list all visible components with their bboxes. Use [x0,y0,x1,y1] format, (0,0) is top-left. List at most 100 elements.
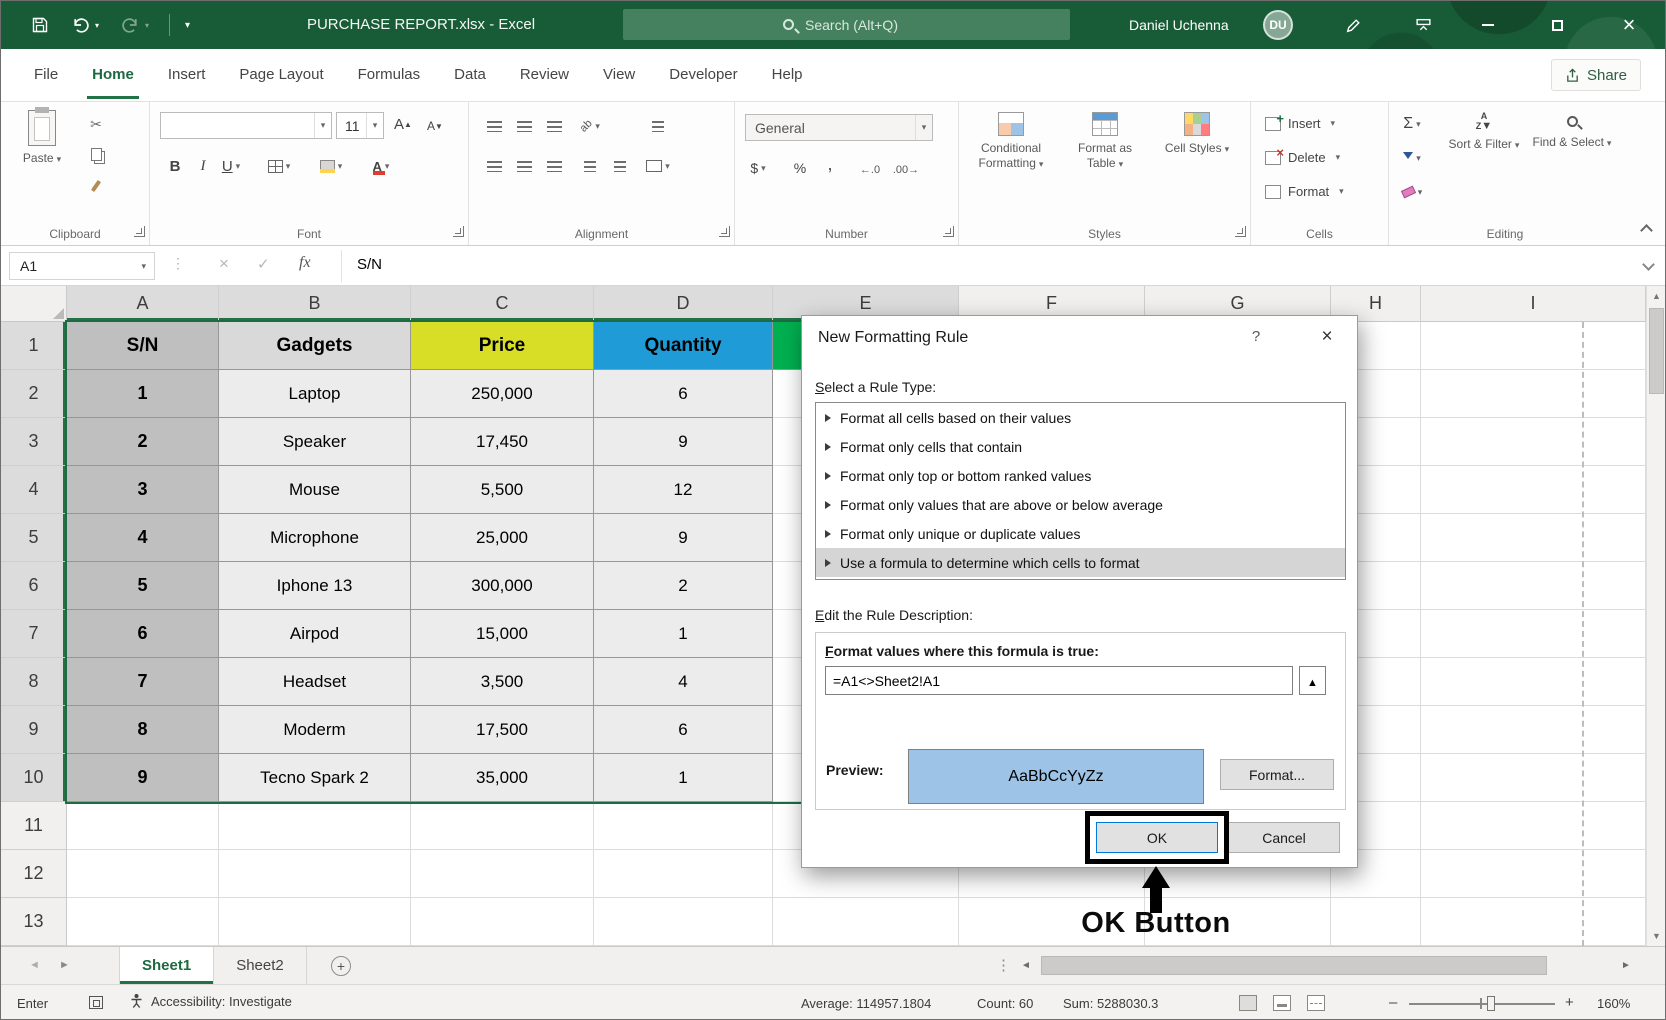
bottom-align-icon[interactable] [541,114,567,138]
cut-button[interactable] [83,112,109,136]
ribbon-display-options-button[interactable] [1415,11,1432,39]
cell-C10[interactable]: 35,000 [411,754,594,802]
format-painter-button[interactable] [83,174,109,198]
cell-D7[interactable]: 1 [594,610,773,658]
align-right-icon[interactable] [541,154,567,178]
cell-A9[interactable]: 8 [67,706,219,754]
tab-file[interactable]: File [17,49,75,102]
currency-button[interactable]: $ [745,156,771,180]
cell-A4[interactable]: 3 [67,466,219,514]
underline-button[interactable] [218,154,244,178]
cell-C6[interactable]: 300,000 [411,562,594,610]
macro-record-icon[interactable] [89,996,103,1009]
fill-color-button[interactable] [318,154,344,178]
cell-C1[interactable]: Price [411,322,594,370]
font-size-combo[interactable]: 11▾ [336,112,384,139]
cell-D8[interactable]: 4 [594,658,773,706]
sheet-tab-sheet2[interactable]: Sheet2 [214,947,307,984]
undo-button[interactable] [71,11,90,39]
cell-styles-button[interactable]: Cell Styles [1155,112,1239,156]
cell-C13[interactable] [411,898,594,946]
row-header-7[interactable]: 7 [1,610,67,658]
row-header-9[interactable]: 9 [1,706,67,754]
sheet-nav-prev-icon[interactable]: ◄ [29,959,40,971]
align-left-icon[interactable] [481,154,507,178]
styles-dialog-launcher[interactable] [1235,226,1246,237]
cell-C7[interactable]: 15,000 [411,610,594,658]
orientation-button[interactable]: ab [577,114,603,138]
merge-center-button[interactable] [645,154,671,178]
cell-B11[interactable] [219,802,411,850]
tab-insert[interactable]: Insert [151,49,223,102]
cell-I9[interactable] [1421,706,1646,754]
maximize-button[interactable] [1525,1,1589,49]
cell-B3[interactable]: Speaker [219,418,411,466]
cell-D13[interactable] [594,898,773,946]
rule-type-option-6[interactable]: Use a formula to determine which cells t… [816,548,1345,577]
row-header-1[interactable]: 1 [1,322,67,370]
cell-B10[interactable]: Tecno Spark 2 [219,754,411,802]
cell-C8[interactable]: 3,500 [411,658,594,706]
paste-button[interactable]: Paste [13,110,71,166]
row-header-2[interactable]: 2 [1,370,67,418]
clear-button[interactable] [1399,180,1425,204]
enter-entry-icon[interactable]: ✓ [257,255,270,273]
cell-C4[interactable]: 5,500 [411,466,594,514]
row-header-4[interactable]: 4 [1,466,67,514]
scroll-up-icon[interactable]: ▲ [1647,291,1666,301]
cell-I5[interactable] [1421,514,1646,562]
cell-D11[interactable] [594,802,773,850]
tab-developer[interactable]: Developer [652,49,754,102]
collapse-dialog-button[interactable] [1299,666,1326,695]
zoom-in-button[interactable]: + [1565,994,1574,1011]
cell-B9[interactable]: Moderm [219,706,411,754]
tab-review[interactable]: Review [503,49,586,102]
user-name[interactable]: Daniel Uchenna [1129,17,1229,33]
number-dialog-launcher[interactable] [943,226,954,237]
cell-D5[interactable]: 9 [594,514,773,562]
autosum-button[interactable] [1399,112,1425,136]
rule-type-option-5[interactable]: Format only unique or duplicate values [816,519,1345,548]
sheet-tab-sheet1[interactable]: Sheet1 [119,947,214,984]
normal-view-button[interactable] [1239,995,1257,1011]
rule-type-option-3[interactable]: Format only top or bottom ranked values [816,461,1345,490]
decrease-indent-icon[interactable] [577,154,603,178]
column-header-C[interactable]: C [411,286,594,322]
row-header-3[interactable]: 3 [1,418,67,466]
font-name-combo[interactable]: ▾ [160,112,332,139]
align-center-icon[interactable] [511,154,537,178]
cell-A7[interactable]: 6 [67,610,219,658]
delete-cells-button[interactable]: Delete [1265,150,1340,165]
comma-style-button[interactable]: , [817,152,843,176]
zoom-slider-track[interactable] [1409,1003,1555,1005]
column-header-A[interactable]: A [67,286,219,322]
top-align-icon[interactable] [481,114,507,138]
format-as-table-button[interactable]: Format as Table [1061,112,1149,171]
conditional-formatting-button[interactable]: Conditional Formatting [965,112,1057,171]
row-header-5[interactable]: 5 [1,514,67,562]
cell-D6[interactable]: 2 [594,562,773,610]
cell-C2[interactable]: 250,000 [411,370,594,418]
rule-type-option-1[interactable]: Format all cells based on their values [816,403,1345,432]
increase-indent-icon[interactable] [607,154,633,178]
cell-I11[interactable] [1421,802,1646,850]
cell-I12[interactable] [1421,850,1646,898]
cell-A1[interactable]: S/N [67,322,219,370]
decrease-font-button[interactable]: A▼ [422,114,448,138]
formula-input[interactable] [825,666,1293,695]
row-header-8[interactable]: 8 [1,658,67,706]
format-cells-button[interactable]: Format [1265,184,1344,199]
cell-B8[interactable]: Headset [219,658,411,706]
tab-splitter-icon[interactable]: ⋮ [996,956,1011,974]
column-header-I[interactable]: I [1421,286,1646,322]
fill-button[interactable] [1399,146,1425,170]
dialog-close-button[interactable]: × [1307,322,1347,352]
percent-button[interactable]: % [787,156,813,180]
cell-I1[interactable] [1421,322,1646,370]
share-button[interactable]: Share [1551,59,1641,91]
collapse-ribbon-button[interactable] [1642,226,1651,235]
column-header-D[interactable]: D [594,286,773,322]
cell-C3[interactable]: 17,450 [411,418,594,466]
row-header-11[interactable]: 11 [1,802,67,850]
zoom-out-button[interactable]: – [1389,994,1397,1011]
